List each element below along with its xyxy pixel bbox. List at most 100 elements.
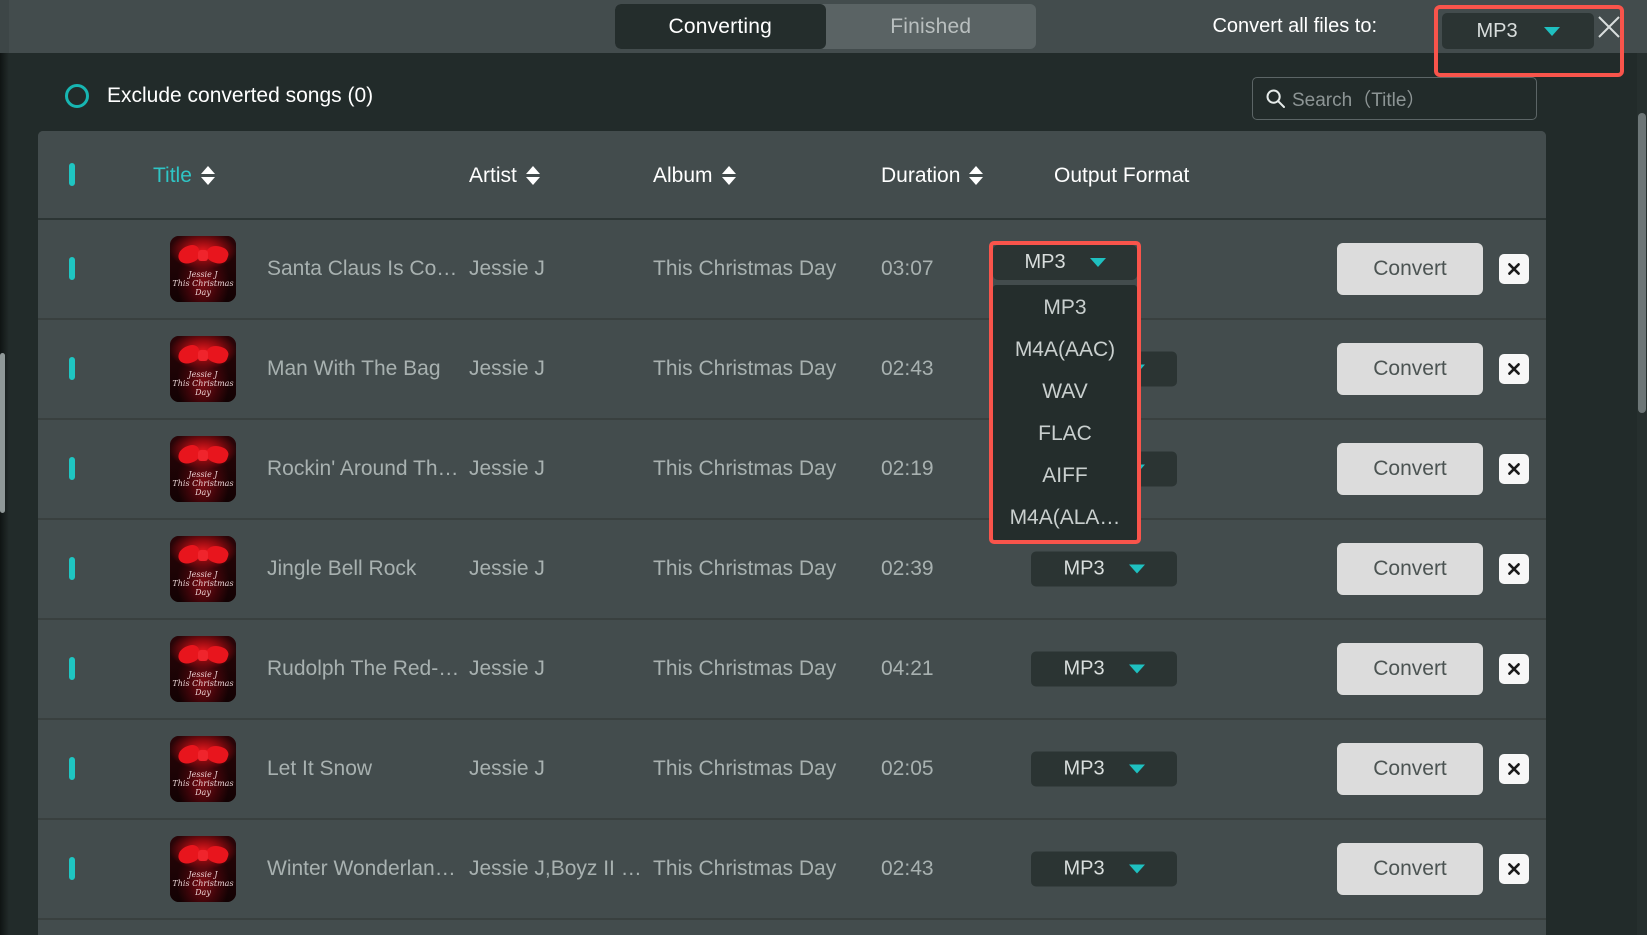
cell-duration-text: 02:05 <box>881 757 934 780</box>
search-input[interactable]: Search（Title） <box>1252 77 1537 120</box>
cell-album: This Christmas Day <box>653 357 873 381</box>
output-format-option-list: MP3 M4A(AAC) WAV FLAC AIFF M4A(ALA… <box>993 285 1137 541</box>
cell-title-text: Winter Wonderland… <box>267 857 463 880</box>
cell-artist-text: Jessie J <box>469 557 545 580</box>
column-header-duration[interactable]: Duration <box>881 131 984 220</box>
row-output-format-dropdown[interactable]: MP3 <box>1031 851 1177 887</box>
remove-row-button[interactable] <box>1499 454 1529 484</box>
album-art-thumbnail: Jessie J This Christmas Day <box>170 236 236 302</box>
cell-album: This Christmas Day <box>653 657 873 681</box>
output-format-option[interactable]: M4A(ALA… <box>993 497 1137 539</box>
exclude-converted-toggle[interactable]: Exclude converted songs (0) <box>65 84 373 108</box>
close-icon <box>1508 863 1520 875</box>
vertical-scrollbar-thumb[interactable] <box>1638 113 1646 413</box>
convert-button[interactable]: Convert <box>1337 843 1483 895</box>
convert-button[interactable]: Convert <box>1337 743 1483 795</box>
cell-duration: 02:43 <box>881 857 934 881</box>
column-header-artist[interactable]: Artist <box>469 131 540 220</box>
row-output-format-dropdown[interactable]: MP3 <box>1031 651 1177 687</box>
row-output-format-dropdown[interactable]: MP3 <box>1031 751 1177 787</box>
cell-album: This Christmas Day <box>653 257 873 281</box>
row-checkbox[interactable] <box>69 657 75 680</box>
cell-title: Santa Claus Is Co… <box>267 257 463 281</box>
remove-row-button[interactable] <box>1499 854 1529 884</box>
cell-title: Let It Snow <box>267 757 463 781</box>
convert-button[interactable]: Convert <box>1337 543 1483 595</box>
output-format-option[interactable]: MP3 <box>993 287 1137 329</box>
checkbox-unchecked-icon <box>69 557 75 580</box>
output-format-dropdown-toggle[interactable]: MP3 <box>993 245 1137 280</box>
output-format-option[interactable]: AIFF <box>993 455 1137 497</box>
table-row[interactable]: Jessie J This Christmas Day Jingle Bell Ro… <box>38 520 1546 620</box>
sort-icon <box>525 166 540 185</box>
row-checkbox[interactable] <box>69 257 75 280</box>
remove-row-button[interactable] <box>1499 354 1529 384</box>
checkbox-unchecked-icon <box>69 357 75 380</box>
row-checkbox[interactable] <box>69 857 75 880</box>
cell-title-text: Rockin' Around Th… <box>267 457 459 480</box>
checkbox-unchecked-icon <box>69 657 75 680</box>
convert-button[interactable]: Convert <box>1337 643 1483 695</box>
output-format-option[interactable]: M4A(AAC) <box>993 329 1137 371</box>
album-art-thumbnail: Jessie J This Christmas Day <box>170 536 236 602</box>
window-close-button[interactable] <box>1592 10 1626 44</box>
cell-duration-text: 02:43 <box>881 357 934 380</box>
row-output-format-value: MP3 <box>1063 857 1105 880</box>
output-format-option[interactable]: FLAC <box>993 413 1137 455</box>
table-row[interactable]: Jessie J This Christmas Day Let It Snow Jes… <box>38 720 1546 820</box>
remove-row-button[interactable] <box>1499 554 1529 584</box>
close-icon <box>1508 663 1520 675</box>
column-header-artist-label: Artist <box>469 163 517 187</box>
row-checkbox[interactable] <box>69 457 75 480</box>
output-format-option[interactable]: WAV <box>993 371 1137 413</box>
checkbox-unchecked-icon <box>69 857 75 880</box>
column-header-album[interactable]: Album <box>653 131 736 220</box>
row-checkbox[interactable] <box>69 557 75 580</box>
table-row[interactable]: Jessie J This Christmas Day Rockin' Around… <box>38 420 1546 520</box>
cell-duration-text: 03:07 <box>881 257 934 280</box>
tab-converting-label: Converting <box>668 14 773 38</box>
convert-button[interactable]: Convert <box>1337 443 1483 495</box>
cell-album-text: This Christmas Day <box>653 557 837 580</box>
left-scrollbar-thumb[interactable] <box>0 353 5 513</box>
table-row[interactable]: Jessie J This Christmas Day Man With The B… <box>38 320 1546 420</box>
remove-row-button[interactable] <box>1499 254 1529 284</box>
row-output-format-dropdown[interactable]: MP3 <box>1031 551 1177 587</box>
table-row[interactable]: Jessie J This Christmas Day Rudolph The Re… <box>38 620 1546 720</box>
remove-row-button[interactable] <box>1499 654 1529 684</box>
tab-finished[interactable]: Finished <box>826 4 1037 49</box>
convert-button-label: Convert <box>1373 457 1447 480</box>
row-output-format-value: MP3 <box>1063 757 1105 780</box>
cell-title-text: Santa Claus Is Co… <box>267 257 458 280</box>
convert-button[interactable]: Convert <box>1337 343 1483 395</box>
table-row[interactable]: Jessie J This Christmas Day Santa Claus Is… <box>38 220 1546 320</box>
cell-artist: Jessie J <box>469 257 645 281</box>
convert-all-format-dropdown[interactable]: MP3 <box>1442 13 1594 49</box>
cell-artist: Jessie J <box>469 557 645 581</box>
cell-artist-text: Jessie J <box>469 457 545 480</box>
remove-row-button[interactable] <box>1499 754 1529 784</box>
cell-album: This Christmas Day <box>653 757 873 781</box>
cell-album-text: This Christmas Day <box>653 757 837 780</box>
column-header-output-format-label: Output Format <box>1054 163 1190 187</box>
checkbox-unchecked-icon <box>69 757 75 780</box>
vertical-scrollbar[interactable] <box>1637 53 1647 935</box>
cell-duration: 02:19 <box>881 457 934 481</box>
cell-duration-text: 02:39 <box>881 557 934 580</box>
cell-duration: 02:05 <box>881 757 934 781</box>
convert-button[interactable]: Convert <box>1337 243 1483 295</box>
converter-window: Converting Finished Convert all files to… <box>0 0 1647 935</box>
row-checkbox[interactable] <box>69 757 75 780</box>
cell-artist-text: Jessie J <box>469 257 545 280</box>
cell-title-text: Let It Snow <box>267 757 373 780</box>
cell-title: Winter Wonderland… <box>267 857 463 881</box>
cell-artist-text: Jessie J,Boyz II … <box>469 857 642 880</box>
cell-artist-text: Jessie J <box>469 757 545 780</box>
row-checkbox[interactable] <box>69 357 75 380</box>
tab-converting[interactable]: Converting <box>615 4 826 49</box>
select-all-checkbox[interactable] <box>69 162 75 186</box>
cell-title: Jingle Bell Rock <box>267 557 463 581</box>
table-row[interactable]: Jessie J This Christmas Day Winter Wonderl… <box>38 820 1546 920</box>
cell-title: Rockin' Around Th… <box>267 457 463 481</box>
column-header-title[interactable]: Title <box>153 131 215 220</box>
